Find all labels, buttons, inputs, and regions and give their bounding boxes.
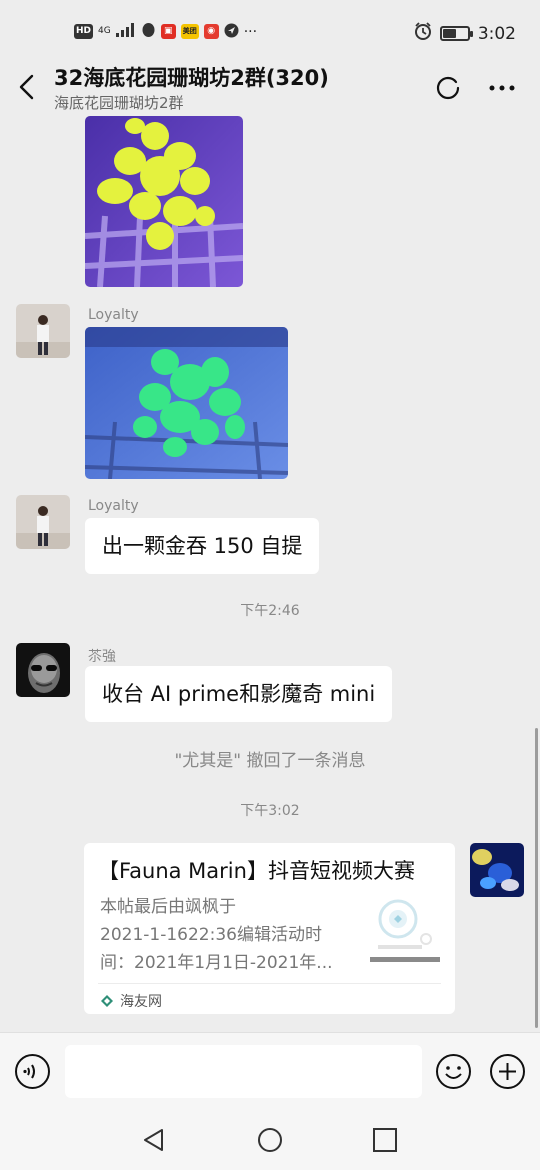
coral-image-green[interactable] [85, 327, 288, 479]
avatar-self[interactable] [470, 843, 524, 897]
battery-icon [439, 26, 473, 41]
voice-icon [15, 1054, 50, 1089]
back-button[interactable] [12, 70, 42, 104]
more-status-icon: ··· [243, 23, 258, 40]
message-input[interactable] [65, 1045, 422, 1098]
app-red-icon: ▣ [160, 24, 176, 39]
card-desc-line: 2021-1-1622:36编辑活动时 [100, 925, 322, 945]
voice-button[interactable] [14, 1053, 51, 1090]
location-icon [224, 23, 239, 41]
more-icon [489, 85, 515, 91]
alarm-icon [414, 22, 432, 45]
link-card[interactable]: 【Fauna Marin】抖音短视频大赛 本帖最后由飒枫于 2021-1-162… [84, 843, 455, 1014]
sender-name: Loyalty [88, 498, 139, 514]
plus-button[interactable] [489, 1053, 526, 1090]
status-icons: HD 4G ▣ 美团 ◉ ··· [74, 22, 257, 41]
message-list[interactable]: Loyalty Loyalty 出一颗金吞 150 自提 下午2:46 苶強 收… [0, 116, 540, 1032]
nav-back-icon [144, 1129, 163, 1151]
sender-name: Loyalty [88, 307, 139, 323]
status-right: 3:02 [414, 22, 516, 45]
message-bubble[interactable]: 收台 AI prime和影魔奇 mini [85, 666, 393, 722]
chat-title: 32海底花园珊瑚坊2群(320) [54, 66, 329, 90]
emoji-icon [436, 1054, 471, 1089]
nav-recent-icon [373, 1128, 397, 1152]
avatar-loyalty[interactable] [16, 304, 70, 358]
time-separator: 下午2:46 [240, 603, 300, 619]
nav-back-button[interactable] [140, 1126, 168, 1154]
status-time: 3:02 [477, 23, 516, 44]
app-red2-icon: ◉ [203, 24, 219, 39]
nav-home-button[interactable] [256, 1126, 284, 1154]
battery-level [442, 29, 456, 38]
card-desc-line: 本帖最后由飒枫于 [100, 897, 236, 917]
emoji-button[interactable] [435, 1053, 472, 1090]
card-thumbnail [366, 889, 440, 967]
plus-icon [490, 1054, 525, 1089]
system-nav-bar [0, 1110, 540, 1170]
avatar-user[interactable] [16, 643, 70, 697]
qq-icon [141, 22, 156, 41]
source-logo-icon [101, 995, 113, 1007]
status-bar: HD 4G ▣ 美团 ◉ ··· 3:02 [0, 0, 540, 62]
chat-subtitle: 海底花园珊瑚坊2群 [54, 94, 184, 112]
time-separator: 下午3:02 [240, 803, 300, 819]
network-4g-label: 4G [98, 26, 111, 36]
card-source: 海友网 [100, 991, 162, 1011]
card-description: 本帖最后由飒枫于 2021-1-1622:36编辑活动时 间：2021年1月1日… [100, 893, 348, 977]
nav-recent-button[interactable] [371, 1126, 399, 1154]
input-bar [0, 1032, 540, 1110]
signal-icon [115, 23, 136, 40]
nav-home-icon [258, 1128, 282, 1152]
back-arrow-icon [19, 74, 34, 100]
sender-name: 苶強 [88, 649, 116, 665]
scrollbar[interactable] [535, 728, 538, 1028]
meituan-icon: 美团 [180, 24, 199, 39]
coral-image-partial[interactable] [85, 116, 243, 287]
message-bubble[interactable]: 出一颗金吞 150 自提 [85, 518, 320, 574]
refresh-icon [436, 76, 460, 100]
card-divider [98, 983, 441, 984]
card-title: 【Fauna Marin】抖音短视频大赛 [98, 859, 415, 883]
card-desc-line: 间：2021年1月1日-2021年... [100, 953, 333, 973]
card-source-label: 海友网 [120, 994, 162, 1010]
hd-badge: HD [74, 24, 94, 39]
recall-notice: "尤其是" 撤回了一条消息 [174, 751, 366, 771]
more-button[interactable] [486, 74, 518, 102]
refresh-button[interactable] [434, 74, 462, 102]
avatar-loyalty[interactable] [16, 495, 70, 549]
chat-header: 32海底花园珊瑚坊2群(320) 海底花园珊瑚坊2群 [0, 62, 540, 116]
